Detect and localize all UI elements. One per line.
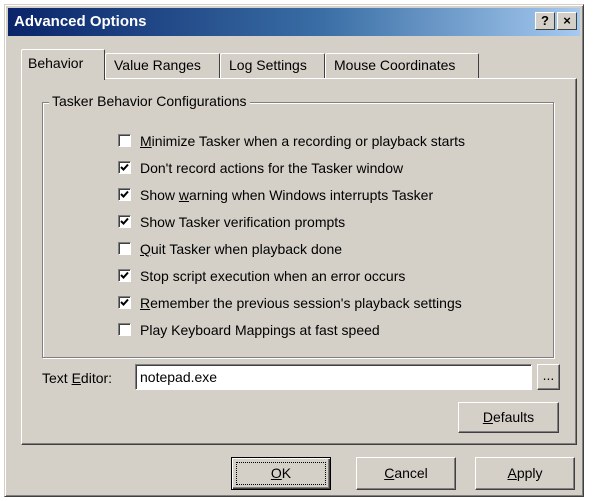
- option-label: Remember the previous session's playback…: [140, 295, 462, 311]
- checkmark-icon: [120, 271, 129, 279]
- tab-value-ranges[interactable]: Value Ranges: [105, 53, 220, 79]
- option-label: Minimize Tasker when a recording or play…: [140, 133, 465, 149]
- checkmark-icon: [120, 298, 129, 306]
- option-label: Stop script execution when an error occu…: [140, 268, 406, 284]
- group-legend: Tasker Behavior Configurations: [49, 93, 250, 109]
- option-label: Show Tasker verification prompts: [140, 214, 346, 230]
- option-checkbox[interactable]: [118, 269, 131, 282]
- option-checkbox[interactable]: [118, 188, 131, 201]
- option-label: Quit Tasker when playback done: [140, 241, 343, 257]
- tab-mouse-coordinates[interactable]: Mouse Coordinates: [325, 53, 479, 79]
- option-checkbox[interactable]: [118, 215, 131, 228]
- advanced-options-dialog: Advanced Options ? × Behavior Value Rang…: [4, 4, 584, 497]
- title-bar[interactable]: Advanced Options ? ×: [8, 8, 580, 36]
- tab-log-settings[interactable]: Log Settings: [220, 53, 325, 79]
- checkmark-icon: [120, 190, 129, 198]
- option-label: Show warning when Windows interrupts Tas…: [140, 187, 434, 203]
- option-checkbox[interactable]: [118, 134, 131, 147]
- behavior-config-group: Tasker Behavior Configurations Minimize …: [42, 93, 554, 358]
- cancel-button[interactable]: Cancel: [356, 457, 456, 490]
- tab-strip: Behavior Value Ranges Log Settings Mouse…: [21, 49, 577, 80]
- text-editor-input[interactable]: [135, 364, 532, 390]
- option-checkbox[interactable]: [118, 242, 131, 255]
- checkmark-icon: [120, 217, 129, 225]
- text-editor-label: Text Editor:: [42, 370, 113, 386]
- apply-button[interactable]: Apply: [475, 457, 575, 490]
- option-checkbox[interactable]: [118, 161, 131, 174]
- behavior-tab-panel: Tasker Behavior Configurations Minimize …: [21, 78, 577, 445]
- option-label: Don't record actions for the Tasker wind…: [140, 160, 404, 176]
- ok-button[interactable]: OK: [231, 457, 331, 490]
- defaults-button[interactable]: Defaults: [458, 402, 559, 433]
- browse-button[interactable]: ...: [537, 364, 560, 390]
- close-icon[interactable]: ×: [557, 12, 577, 30]
- tab-behavior[interactable]: Behavior: [21, 49, 105, 80]
- focus-rectangle: [236, 462, 326, 485]
- window-title: Advanced Options: [14, 13, 147, 30]
- option-label: Play Keyboard Mappings at fast speed: [140, 322, 380, 338]
- option-checkbox[interactable]: [118, 296, 131, 309]
- option-checkbox[interactable]: [118, 323, 131, 336]
- checkmark-icon: [120, 163, 129, 171]
- help-icon[interactable]: ?: [535, 12, 555, 30]
